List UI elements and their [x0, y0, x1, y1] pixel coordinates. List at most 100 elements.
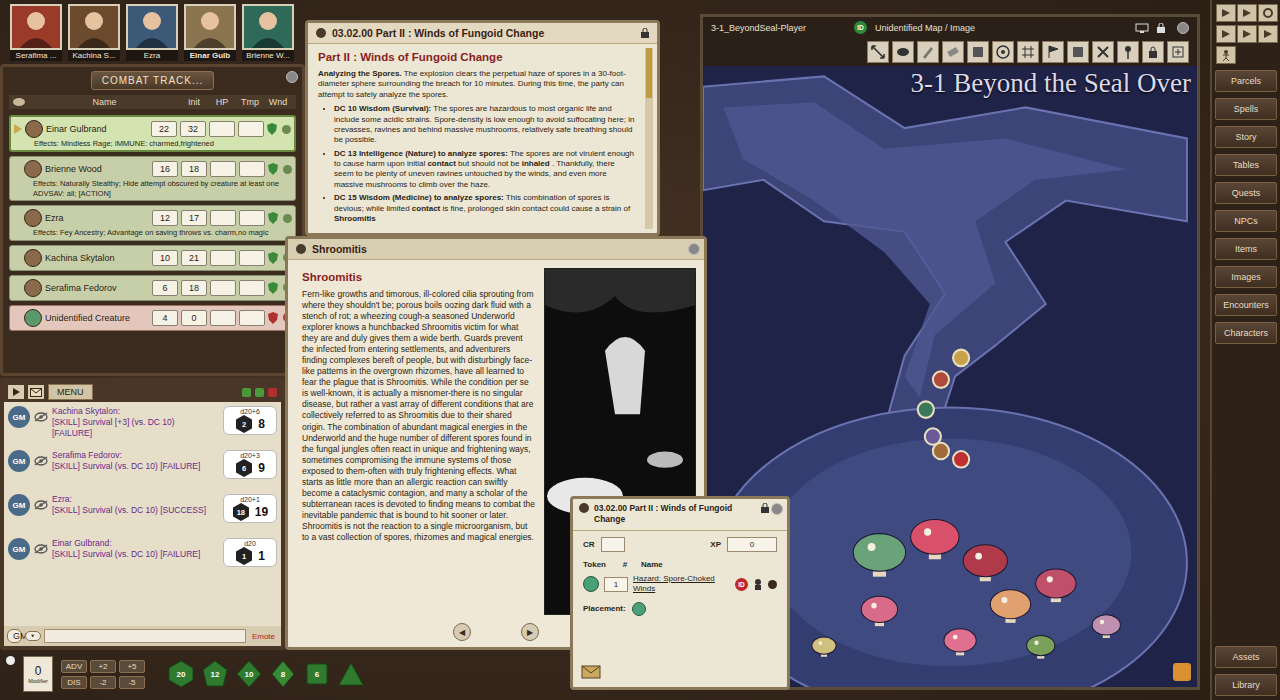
page-nav-button[interactable]: ▶	[521, 623, 539, 641]
scrollbar[interactable]	[645, 48, 653, 229]
d8-die[interactable]: 8	[269, 660, 297, 688]
sidebar-button[interactable]: Story	[1215, 126, 1277, 148]
light-icon[interactable]	[1216, 25, 1236, 43]
id-badge[interactable]: ID	[735, 578, 748, 591]
hp-field[interactable]: 18	[181, 280, 207, 296]
init-field[interactable]: 16	[152, 161, 178, 177]
modifier-box[interactable]: 0 Modifier	[23, 656, 53, 692]
combatant-row[interactable]: Ezra 12 17 Effects: Fey Ancestry; Advant…	[9, 205, 296, 240]
init-field[interactable]: 4	[152, 310, 178, 326]
combatant-token[interactable]	[24, 309, 42, 327]
faction-icon[interactable]	[268, 212, 280, 224]
sidebar-button[interactable]: Items	[1215, 238, 1277, 260]
pointer-icon[interactable]	[1067, 41, 1089, 63]
grid-icon[interactable]	[1017, 41, 1039, 63]
lock-icon[interactable]	[761, 503, 769, 513]
modifier-button[interactable]: -5	[119, 676, 145, 689]
lock-icon[interactable]	[641, 28, 649, 38]
npc-name[interactable]: Hazard: Spore-Choked Winds	[633, 574, 730, 595]
language-dropdown[interactable]	[25, 631, 40, 641]
delete-icon[interactable]	[768, 580, 777, 589]
init-field[interactable]: 6	[152, 280, 178, 296]
sidebar-button[interactable]: Assets	[1215, 646, 1277, 668]
modifier-button[interactable]: ADV	[61, 660, 87, 673]
eye-slash-icon[interactable]	[34, 544, 48, 554]
options-icon[interactable]	[1237, 4, 1257, 22]
hp-field[interactable]: 17	[181, 210, 207, 226]
party-portrait[interactable]: Serafima ...	[10, 4, 62, 61]
eye-slash-icon[interactable]	[34, 500, 48, 510]
faction-icon[interactable]	[268, 312, 280, 324]
sidebar-button[interactable]: Encounters	[1215, 294, 1277, 316]
faction-icon[interactable]	[267, 123, 279, 135]
combatant-token[interactable]	[24, 209, 42, 227]
party-portrait[interactable]: Einar Gulb	[184, 4, 236, 61]
token-icon[interactable]	[583, 576, 599, 592]
d10-die[interactable]: 10	[235, 660, 263, 688]
placement-token-icon[interactable]	[632, 602, 646, 616]
lock-icon[interactable]	[1142, 41, 1164, 63]
sidebar-button[interactable]: NPCs	[1215, 210, 1277, 232]
combatant-row[interactable]: Einar Gulbrand 22 32 Effects: Mindless R…	[9, 115, 296, 152]
d20-die[interactable]: 20	[167, 660, 195, 688]
close-icon[interactable]	[688, 243, 700, 255]
clear-icon[interactable]	[6, 656, 15, 665]
faction-icon[interactable]	[268, 282, 280, 294]
pointer-icon[interactable]	[1216, 4, 1236, 22]
chat-mail-icon[interactable]	[28, 385, 44, 399]
sidebar-button[interactable]: Spells	[1215, 98, 1277, 120]
link-icon[interactable]	[296, 244, 306, 254]
combatant-row[interactable]: Brienne Wood 16 18 Effects: Naturally St…	[9, 156, 296, 201]
export-icon[interactable]	[1167, 41, 1189, 63]
wounds-field[interactable]	[239, 280, 265, 296]
eraser-icon[interactable]	[942, 41, 964, 63]
mask-icon[interactable]	[892, 41, 914, 63]
combatant-row[interactable]: Kachina Skytalon 10 21	[9, 245, 296, 271]
sidebar-button[interactable]: Quests	[1215, 182, 1277, 204]
resize-icon[interactable]	[1173, 663, 1191, 681]
emote-button[interactable]: Emote	[249, 632, 278, 641]
flag-icon[interactable]	[1042, 41, 1064, 63]
delete-icon[interactable]	[283, 165, 292, 174]
wounds-field[interactable]	[239, 310, 265, 326]
hp-field[interactable]: 32	[180, 121, 206, 137]
link-icon[interactable]	[579, 503, 589, 513]
wounds-field[interactable]	[238, 121, 264, 137]
party-portrait[interactable]: Kachina S...	[68, 4, 120, 61]
target-icon[interactable]	[992, 41, 1014, 63]
share-icon[interactable]	[1135, 23, 1149, 33]
party-portrait[interactable]: Brienne W...	[242, 4, 294, 61]
person-icon[interactable]	[1216, 46, 1236, 64]
init-field[interactable]: 10	[152, 250, 178, 266]
combatant-token[interactable]	[24, 279, 42, 297]
combatant-row[interactable]: Unidentified Creature 4 0	[9, 305, 296, 331]
pin-icon[interactable]	[1117, 41, 1139, 63]
envelope-icon[interactable]	[581, 665, 601, 679]
temp-hp-field[interactable]	[210, 310, 236, 326]
tokens-icon[interactable]	[1258, 25, 1278, 43]
menu-button[interactable]: MENU	[48, 384, 93, 400]
temp-hp-field[interactable]	[210, 210, 236, 226]
encounter-row[interactable]: 1 Hazard: Spore-Choked Winds ID	[573, 571, 787, 598]
close-icon[interactable]	[286, 71, 298, 83]
party-portrait[interactable]: Ezra	[126, 4, 178, 61]
hp-field[interactable]: 0	[181, 310, 207, 326]
temp-hp-field[interactable]	[210, 280, 236, 296]
modifier-button[interactable]: +5	[119, 660, 145, 673]
init-field[interactable]: 12	[152, 210, 178, 226]
combatant-token[interactable]	[24, 160, 42, 178]
modifier-button[interactable]: +2	[90, 660, 116, 673]
sidebar-button[interactable]: Characters	[1215, 322, 1277, 344]
combatant-row[interactable]: Serafima Fedorov 6 18	[9, 275, 296, 301]
identity-dropdown[interactable]: GM	[7, 629, 22, 643]
lock-icon[interactable]	[1157, 23, 1165, 33]
temp-hp-field[interactable]	[209, 121, 235, 137]
delete-icon[interactable]	[282, 125, 291, 134]
close-icon[interactable]	[771, 503, 783, 515]
d4-die[interactable]	[337, 660, 365, 688]
wounds-field[interactable]	[239, 161, 265, 177]
expand-icon[interactable]	[867, 41, 889, 63]
temp-hp-field[interactable]	[210, 250, 236, 266]
eye-slash-icon[interactable]	[34, 456, 48, 466]
faction-icon[interactable]	[268, 163, 280, 175]
